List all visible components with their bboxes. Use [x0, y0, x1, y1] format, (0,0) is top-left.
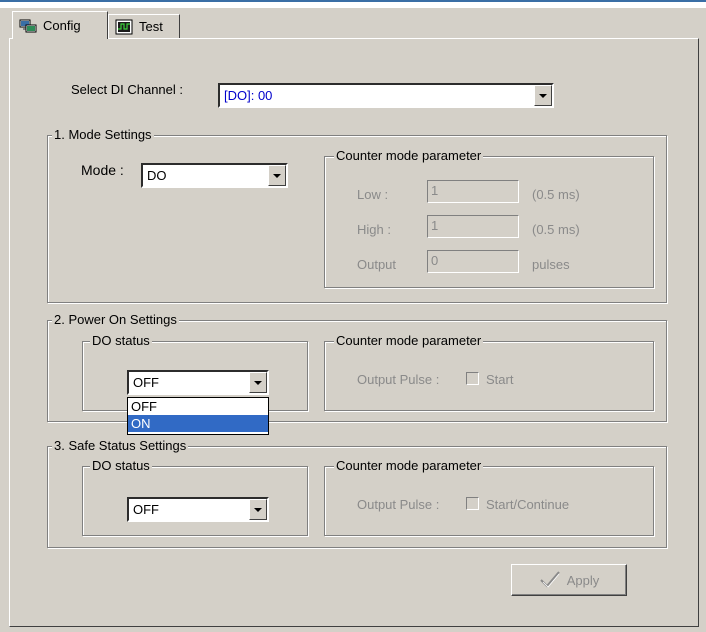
output-unit: pulses [532, 257, 570, 272]
channel-select-value: [DO]: 00 [224, 88, 273, 103]
tab-config[interactable]: Config [12, 11, 108, 39]
safe-do-value: OFF [133, 502, 159, 517]
tab-config-label: Config [43, 18, 81, 33]
safe-dropdown-button[interactable] [249, 499, 267, 520]
mode-select[interactable]: DO [141, 163, 288, 188]
low-input[interactable]: 1 [427, 180, 519, 203]
select-channel-label: Select DI Channel : [71, 82, 184, 97]
mode-counter-title: Counter mode parameter [334, 148, 484, 163]
power-on-do-status-title: DO status [90, 333, 152, 348]
safe-start-continue-checkbox[interactable] [466, 497, 479, 510]
chevron-down-icon [254, 380, 262, 385]
mode-dropdown-button[interactable] [268, 165, 286, 186]
low-unit: (0.5 ms) [532, 187, 580, 202]
high-label: High : [357, 222, 391, 237]
dropdown-option-off[interactable]: OFF [128, 398, 268, 415]
oscilloscope-icon [115, 19, 133, 35]
checkmark-icon [539, 570, 561, 591]
apply-button-label: Apply [566, 572, 600, 588]
apply-button[interactable]: Apply [511, 564, 627, 596]
mode-label: Mode : [81, 162, 124, 178]
power-on-dropdown-list: OFF ON [127, 397, 269, 435]
power-on-dropdown-button[interactable] [249, 372, 267, 393]
high-unit: (0.5 ms) [532, 222, 580, 237]
low-label: Low : [357, 187, 389, 202]
tab-test[interactable]: Test [108, 14, 180, 38]
safe-do-status-title: DO status [90, 458, 152, 473]
tab-test-label: Test [139, 19, 163, 34]
safe-output-pulse-label: Output Pulse : [357, 497, 440, 512]
power-on-counter-title: Counter mode parameter [334, 333, 484, 348]
safe-counter-title: Counter mode parameter [334, 458, 484, 473]
power-on-do-select[interactable]: OFF [127, 370, 269, 395]
power-on-start-label: Start [486, 372, 514, 387]
power-on-title: 2. Power On Settings [52, 312, 179, 327]
channel-dropdown-button[interactable] [534, 85, 552, 106]
network-config-icon [19, 18, 37, 34]
mode-select-value: DO [147, 168, 167, 183]
high-input[interactable]: 1 [427, 215, 519, 238]
mode-settings-title: 1. Mode Settings [52, 127, 154, 142]
chevron-down-icon [539, 93, 547, 98]
power-on-start-checkbox[interactable] [466, 372, 479, 385]
power-on-do-value: OFF [133, 375, 159, 390]
output-label: Output [357, 257, 397, 272]
chevron-down-icon [273, 173, 281, 178]
safe-status-title: 3. Safe Status Settings [52, 438, 189, 453]
top-window-strip [0, 0, 706, 8]
power-on-output-pulse-label: Output Pulse : [357, 372, 440, 387]
safe-start-continue-label: Start/Continue [486, 497, 570, 512]
chevron-down-icon [254, 507, 262, 512]
output-input[interactable]: 0 [427, 250, 519, 273]
dropdown-option-on[interactable]: ON [128, 415, 268, 432]
safe-do-select[interactable]: OFF [127, 497, 269, 522]
channel-select[interactable]: [DO]: 00 [218, 83, 554, 108]
